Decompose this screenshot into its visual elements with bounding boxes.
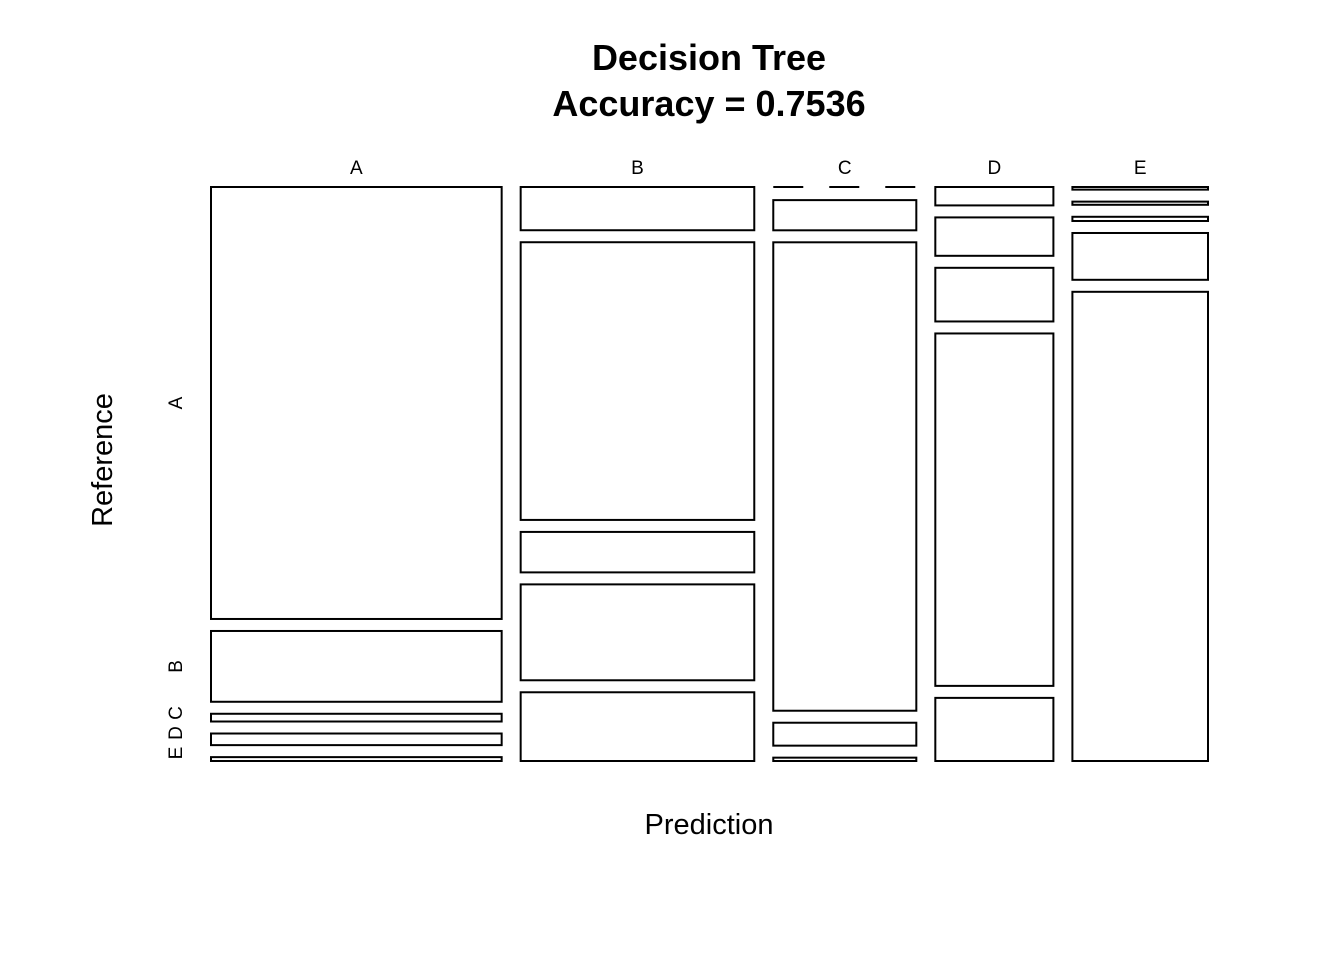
plot-area: A B C D EABCDE	[166, 158, 1209, 763]
cell-pred-C-ref-D	[772, 721, 918, 747]
cell-pred-E-ref-E	[1071, 290, 1209, 762]
cell-pred-B-ref-B	[519, 241, 756, 521]
chart-subtitle: Accuracy = 0.7536	[552, 83, 865, 124]
row-label-D: D	[166, 726, 187, 740]
cell-pred-E-ref-C	[1071, 215, 1209, 222]
col-label-D: D	[987, 158, 1001, 179]
chart-title: Decision Tree	[592, 37, 826, 78]
cell-pred-B-ref-D	[519, 583, 756, 682]
cell-pred-D-ref-C	[934, 266, 1055, 323]
col-label-C: C	[838, 158, 852, 179]
cell-pred-D-ref-E	[934, 696, 1055, 763]
cell-pred-D-ref-D	[934, 332, 1055, 687]
cell-pred-A-ref-A	[210, 186, 503, 620]
cell-pred-C-ref-C	[772, 241, 918, 712]
cell-pred-B-ref-E	[519, 691, 756, 762]
cell-pred-A-ref-B	[210, 629, 503, 703]
cell-pred-E-ref-B	[1071, 200, 1209, 206]
cell-pred-E-ref-D	[1071, 231, 1209, 281]
cell-pred-C-ref-B	[772, 199, 918, 232]
cell-pred-D-ref-A	[934, 186, 1055, 207]
cell-pred-A-ref-C	[210, 712, 503, 723]
cell-pred-A-ref-E	[210, 756, 503, 763]
row-label-B: B	[166, 660, 187, 673]
col-label-B: B	[631, 158, 644, 179]
mosaic-chart: Decision Tree Accuracy = 0.7536 Predicti…	[87, 37, 1209, 841]
cell-pred-C-ref-E	[772, 756, 918, 762]
row-label-C: C	[166, 706, 187, 720]
cell-pred-B-ref-A	[519, 186, 756, 232]
col-label-E: E	[1134, 158, 1147, 179]
cell-pred-E-ref-A	[1071, 186, 1209, 191]
cell-pred-D-ref-B	[934, 216, 1055, 257]
cell-pred-B-ref-C	[519, 530, 756, 574]
cell-pred-A-ref-D	[210, 732, 503, 747]
row-label-A: A	[166, 396, 187, 409]
y-axis-label: Reference	[87, 393, 119, 527]
col-label-A: A	[350, 158, 363, 179]
row-label-E: E	[166, 747, 187, 760]
x-axis-label: Prediction	[645, 809, 774, 841]
